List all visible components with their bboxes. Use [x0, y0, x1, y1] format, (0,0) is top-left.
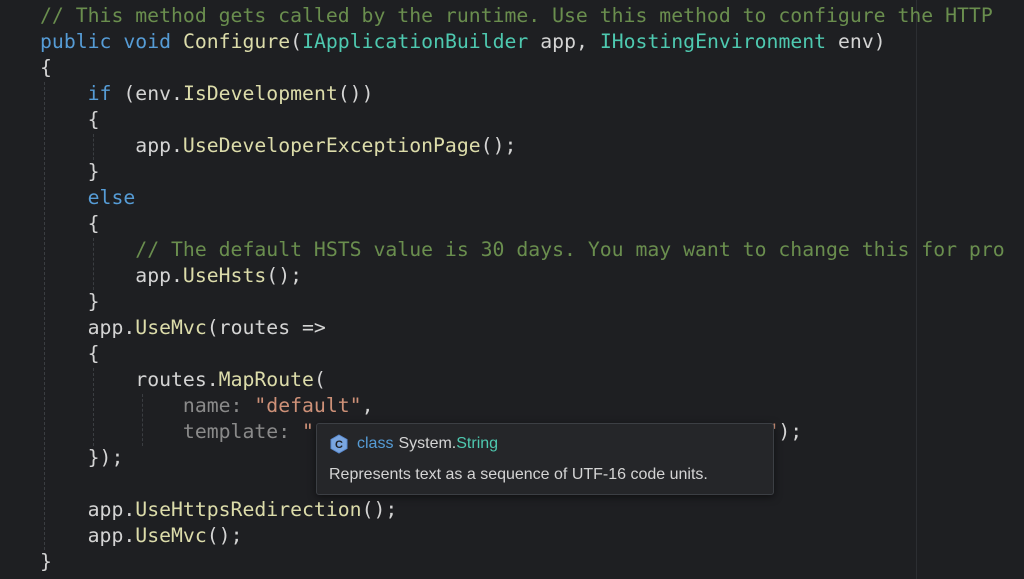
code-token: routes. [135, 368, 219, 391]
code-token: MapRoute [218, 368, 314, 391]
code-line[interactable]: { [40, 341, 1005, 367]
code-token: if [87, 82, 112, 105]
code-line[interactable]: // The default HSTS value is 30 days. Yo… [40, 237, 1005, 263]
code-line[interactable]: else [40, 185, 1005, 211]
code-token: public [40, 30, 112, 53]
code-token: ( [290, 30, 303, 53]
tooltip-header: C class System. String [329, 433, 498, 455]
code-token: } [87, 160, 100, 183]
code-token: { [87, 342, 100, 365]
code-token: (); [361, 498, 398, 521]
code-token: , [361, 394, 374, 417]
code-token: UseMvc [135, 524, 207, 547]
code-token: "default" [254, 394, 362, 417]
code-token: name: [182, 394, 255, 417]
code-line[interactable]: { [40, 107, 1005, 133]
code-line[interactable]: public void Configure(IApplicationBuilde… [40, 29, 1005, 55]
code-token: UseHsts [182, 264, 267, 287]
code-token: (env. [111, 82, 183, 105]
code-line[interactable]: } [40, 549, 1005, 575]
code-line[interactable]: { [40, 211, 1005, 237]
code-line[interactable]: } [40, 289, 1005, 315]
code-token: app. [87, 498, 136, 521]
code-token: app, [528, 30, 600, 53]
tooltip-keyword: class [357, 435, 394, 452]
tooltip-namespace: System. [398, 435, 457, 452]
code-token: template: [182, 420, 303, 443]
code-token: ); [778, 420, 803, 443]
code-token: } [40, 550, 52, 573]
code-line[interactable]: { [40, 55, 1005, 81]
code-token: (); [480, 134, 517, 157]
code-token: // The default HSTS value is 30 days. Yo… [135, 238, 1005, 261]
code-token: // This method gets called by the runtim… [40, 4, 993, 27]
code-token: app. [87, 316, 136, 339]
code-token: } [87, 290, 100, 313]
code-token: { [87, 212, 100, 235]
code-token: }); [87, 446, 124, 469]
code-token: UseHttpsRedirection [135, 498, 362, 521]
tooltip-description: Represents text as a sequence of UTF-16 … [329, 466, 708, 483]
code-token: IHostingEnvironment [599, 30, 827, 53]
code-token: else [87, 186, 136, 209]
code-line[interactable]: app.UseMvc(); [40, 523, 1005, 549]
code-token: Configure [182, 30, 291, 53]
code-token: IApplicationBuilder [302, 30, 529, 53]
code-line[interactable]: app.UseHsts(); [40, 263, 1005, 289]
code-token: IsDevelopment [182, 82, 338, 105]
class-icon: C [330, 434, 348, 454]
svg-text:C: C [335, 439, 343, 451]
code-token: { [40, 56, 52, 79]
code-line[interactable]: } [40, 159, 1005, 185]
code-line[interactable]: routes.MapRoute( [40, 367, 1005, 393]
code-token: UseMvc [135, 316, 207, 339]
code-line[interactable]: app.UseHttpsRedirection(); [40, 497, 1005, 523]
code-token: (); [266, 264, 303, 287]
code-token: void [123, 30, 172, 53]
code-line[interactable]: // This method gets called by the runtim… [40, 3, 1005, 29]
code-editor[interactable]: // This method gets called by the runtim… [0, 0, 1024, 579]
hover-tooltip: C class System. String Represents text a… [316, 423, 774, 495]
code-token: (); [206, 524, 243, 547]
tooltip-type-name: String [456, 435, 499, 452]
code-token: ( [313, 368, 326, 391]
code-token: UseDeveloperExceptionPage [182, 134, 481, 157]
code-line[interactable]: name: "default", [40, 393, 1005, 419]
code-token: app. [87, 524, 136, 547]
code-token: app. [135, 134, 183, 157]
code-line[interactable]: app.UseDeveloperExceptionPage(); [40, 133, 1005, 159]
code-token: app. [135, 264, 183, 287]
code-token: (routes => [206, 316, 326, 339]
code-line[interactable]: app.UseMvc(routes => [40, 315, 1005, 341]
code-token: { [87, 108, 100, 131]
code-token: ()) [337, 82, 374, 105]
code-line[interactable]: if (env.IsDevelopment()) [40, 81, 1005, 107]
code-token: env) [826, 30, 886, 53]
